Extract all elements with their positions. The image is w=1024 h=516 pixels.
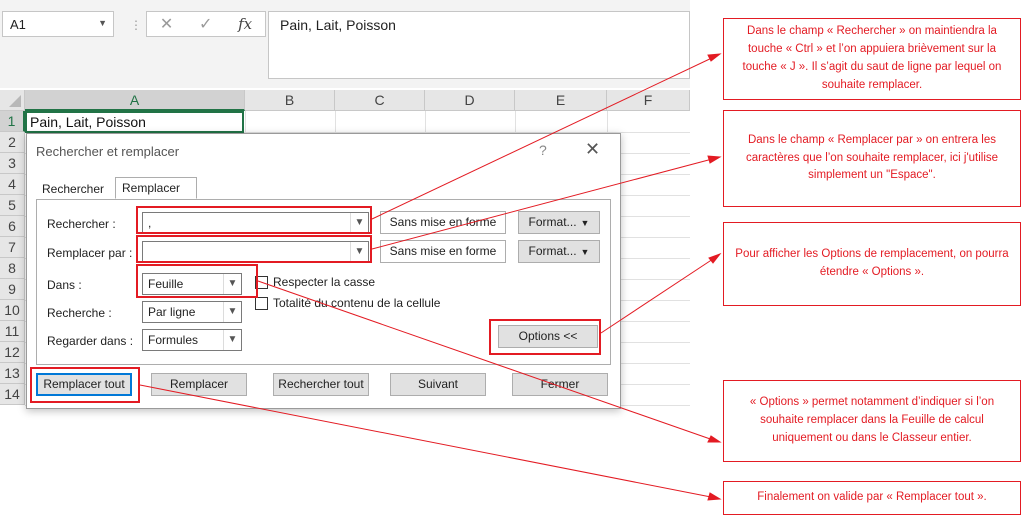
name-box-value: A1 xyxy=(10,16,26,32)
column-header-c[interactable]: C xyxy=(335,90,425,111)
callout-options: Pour afficher les Options de remplacemen… xyxy=(723,222,1021,306)
chevron-down-icon[interactable]: ▼ xyxy=(98,18,107,28)
formula-bar-buttons: ✕ ✓ fx xyxy=(146,11,266,37)
insert-function-icon[interactable]: fx xyxy=(238,15,252,33)
row-header-11[interactable]: 11 xyxy=(0,321,25,342)
name-box[interactable]: A1 ▼ xyxy=(2,11,114,37)
find-field-highlight xyxy=(136,206,372,234)
arrowhead xyxy=(707,492,722,501)
row-header-1[interactable]: 1 xyxy=(0,111,25,132)
entire-cell-label: Totalité du contenu de la cellule xyxy=(273,296,441,310)
callout-replace-with: Dans le champ « Remplacer par » on entre… xyxy=(723,110,1021,207)
find-all-button[interactable]: Rechercher tout xyxy=(273,373,369,396)
replace-format-label: Format... xyxy=(528,244,577,258)
row-header-8[interactable]: 8 xyxy=(0,258,25,279)
row-header-5[interactable]: 5 xyxy=(0,195,25,216)
chevron-down-icon[interactable]: ▼ xyxy=(223,302,241,322)
replace-label: Remplacer par : xyxy=(47,246,133,260)
row-header-12[interactable]: 12 xyxy=(0,342,25,363)
cell-a1[interactable]: Pain, Lait, Poisson xyxy=(25,111,244,133)
find-next-button[interactable]: Suivant xyxy=(390,373,486,396)
callout-replace-all: Finalement on valide par « Remplacer tou… xyxy=(723,481,1021,515)
tab-replace[interactable]: Remplacer xyxy=(115,177,197,199)
look-in-select[interactable]: Formules ▼ xyxy=(142,329,242,351)
row-header-2[interactable]: 2 xyxy=(0,132,25,153)
row-header-9[interactable]: 9 xyxy=(0,279,25,300)
column-header-a[interactable]: A xyxy=(25,90,245,111)
options-highlight xyxy=(489,319,601,355)
within-label: Dans : xyxy=(47,278,82,292)
column-header-b[interactable]: B xyxy=(245,90,335,111)
column-header-f[interactable]: F xyxy=(607,90,690,111)
row-header-13[interactable]: 13 xyxy=(0,363,25,384)
replace-all-highlight xyxy=(30,367,140,403)
help-icon[interactable]: ? xyxy=(539,142,547,158)
replace-format-preview: Sans mise en forme xyxy=(380,240,506,263)
cancel-icon[interactable]: ✕ xyxy=(160,14,173,34)
search-value: Par ligne xyxy=(148,305,196,319)
chevron-down-icon: ▼ xyxy=(580,218,590,228)
close-button[interactable]: Fermer xyxy=(512,373,608,396)
arrowhead xyxy=(707,435,722,443)
entire-cell-checkbox[interactable] xyxy=(255,297,268,310)
find-format-label: Format... xyxy=(528,215,577,229)
within-highlight xyxy=(136,264,258,298)
tab-find[interactable]: Rechercher xyxy=(36,179,112,201)
column-header-d[interactable]: D xyxy=(425,90,515,111)
formula-input[interactable]: Pain, Lait, Poisson xyxy=(268,11,690,79)
formula-bar-grip-icon: ⋮ xyxy=(130,18,142,32)
search-select[interactable]: Par ligne ▼ xyxy=(142,301,242,323)
replace-format-button[interactable]: Format... ▼ xyxy=(518,240,600,263)
chevron-down-icon[interactable]: ▼ xyxy=(223,330,241,350)
find-label: Rechercher : xyxy=(47,217,116,231)
dialog-title: Rechercher et remplacer xyxy=(36,144,180,159)
chevron-down-icon: ▼ xyxy=(580,247,590,257)
callout-within: « Options » permet notamment d’indiquer … xyxy=(723,380,1021,462)
look-in-label: Regarder dans : xyxy=(47,334,134,348)
close-icon[interactable]: ✕ xyxy=(585,139,600,160)
arrowhead xyxy=(707,53,722,62)
enter-icon[interactable]: ✓ xyxy=(199,14,212,34)
arrowhead xyxy=(707,155,722,164)
row-header-14[interactable]: 14 xyxy=(0,384,25,405)
find-format-button[interactable]: Format... ▼ xyxy=(518,211,600,234)
row-header-10[interactable]: 10 xyxy=(0,300,25,321)
replace-button[interactable]: Remplacer xyxy=(151,373,247,396)
find-format-preview: Sans mise en forme xyxy=(380,211,506,234)
search-label: Recherche : xyxy=(47,306,112,320)
select-all-corner[interactable] xyxy=(0,90,25,111)
look-in-value: Formules xyxy=(148,333,199,347)
match-case-label: Respecter la casse xyxy=(273,275,376,289)
row-header-7[interactable]: 7 xyxy=(0,237,25,258)
callout-find: Dans le champ « Rechercher » on maintien… xyxy=(723,18,1021,100)
row-header-4[interactable]: 4 xyxy=(0,174,25,195)
arrowhead xyxy=(708,252,722,264)
replace-field-highlight xyxy=(136,235,372,263)
row-header-6[interactable]: 6 xyxy=(0,216,25,237)
row-header-3[interactable]: 3 xyxy=(0,153,25,174)
column-header-e[interactable]: E xyxy=(515,90,607,111)
